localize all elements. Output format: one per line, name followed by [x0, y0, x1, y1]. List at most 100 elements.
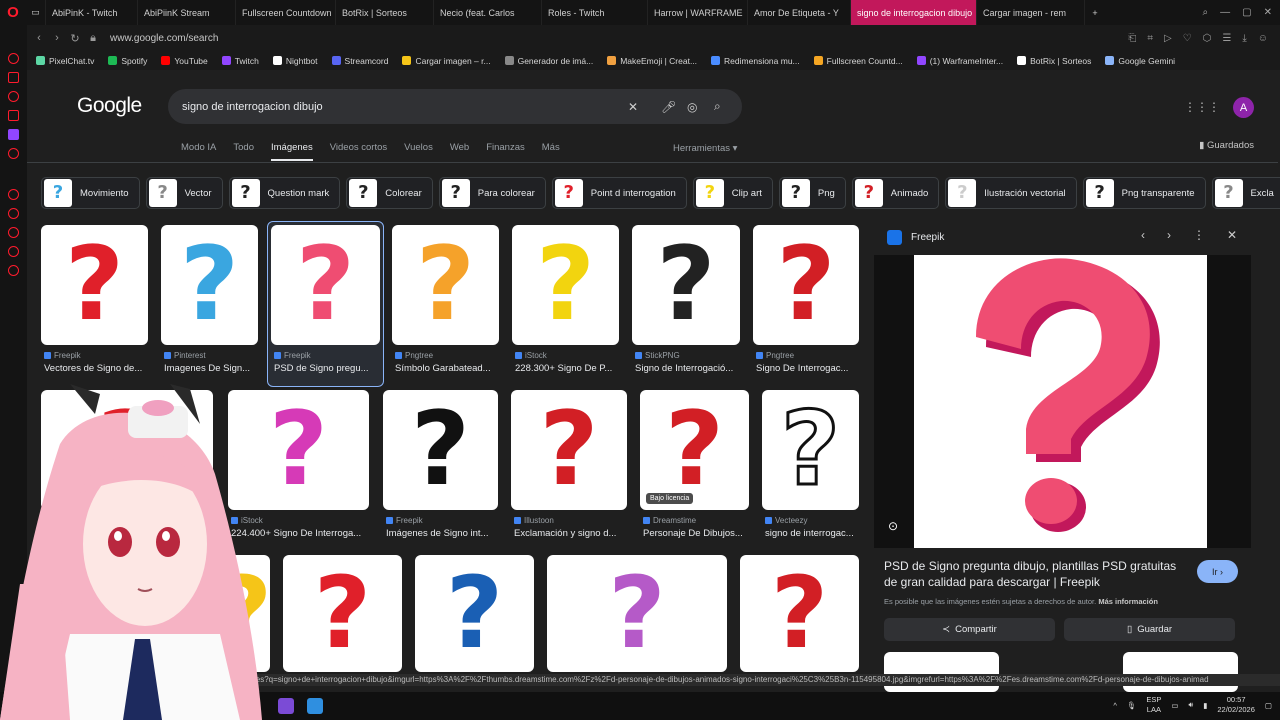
- bookmark-item[interactable]: Cargar imagen – r...: [402, 56, 491, 66]
- taskbar-app-icon[interactable]: [307, 698, 323, 714]
- related-thumb[interactable]: [1123, 652, 1238, 692]
- result-thumbnail[interactable]: ?: [511, 390, 627, 510]
- mic-tray-icon[interactable]: 🎙︎: [1127, 701, 1137, 710]
- browser-tab[interactable]: BotRix | Sorteos: [336, 0, 434, 25]
- bookmark-item[interactable]: MakeEmoji | Creat...: [607, 56, 697, 66]
- search-tab[interactable]: Todo: [233, 142, 254, 161]
- result-thumbnail[interactable]: ?: [740, 555, 859, 672]
- opera-logo-icon[interactable]: O: [0, 0, 26, 25]
- result-source[interactable]: Freepik: [274, 351, 311, 360]
- bookmark-item[interactable]: Generador de imá...: [504, 56, 593, 66]
- search-tab[interactable]: Vuelos: [404, 142, 433, 161]
- result-title[interactable]: Vectores de Signo de...: [44, 363, 151, 374]
- result-source[interactable]: Pngtree: [395, 351, 433, 360]
- result-thumbnail[interactable]: ?: [512, 225, 619, 345]
- browser-tab[interactable]: Harrow | WARFRAME: [648, 0, 748, 25]
- history-icon[interactable]: [8, 189, 19, 200]
- search-tab[interactable]: Más: [542, 142, 560, 161]
- extensions-icon[interactable]: ⬡: [1203, 33, 1212, 44]
- browser-tab[interactable]: Cargar imagen - rem: [977, 0, 1085, 25]
- panel-title[interactable]: PSD de Signo pregunta dibujo, plantillas…: [884, 558, 1184, 590]
- result-thumbnail[interactable]: ?: [762, 390, 859, 510]
- result-thumbnail[interactable]: ? Bajo licencia: [640, 390, 749, 510]
- result-source[interactable]: Dreamstime: [643, 516, 696, 525]
- search-tabs-icon[interactable]: ⌕: [1203, 7, 1209, 18]
- browser-tab[interactable]: AbiPiinK Stream: [138, 0, 236, 25]
- messenger-icon[interactable]: [8, 72, 19, 83]
- downloads-sidebar-icon[interactable]: [8, 246, 19, 257]
- result-title[interactable]: Símbolo Garabatead...: [395, 363, 502, 374]
- save-button[interactable]: ▯ Guardar: [1064, 618, 1235, 641]
- back-icon[interactable]: ‹: [30, 32, 48, 44]
- result-source[interactable]: iStock: [515, 351, 547, 360]
- easy-setup-icon[interactable]: ☰: [1222, 33, 1231, 44]
- search-box[interactable]: signo de interrogacion dibujo ✕ 🎤︎ ◎ ⌕: [168, 89, 742, 124]
- new-tab-button[interactable]: +: [1085, 0, 1105, 25]
- bookmark-item[interactable]: Nightbot: [272, 56, 318, 66]
- result-title[interactable]: Exclamación y signo d...: [514, 528, 630, 539]
- player-icon[interactable]: [8, 110, 19, 121]
- bookmark-item[interactable]: PixelChat.tv: [36, 56, 94, 66]
- aria-icon[interactable]: [8, 53, 19, 64]
- result-title[interactable]: Signo de Interrogació...: [635, 363, 743, 374]
- result-thumbnail[interactable]: ?: [283, 555, 402, 672]
- forward-icon[interactable]: ›: [48, 32, 66, 44]
- result-title[interactable]: Imágenes de Signo int...: [386, 528, 501, 539]
- volume-icon[interactable]: 🔊︎: [1188, 700, 1193, 710]
- refine-chip[interactable]: ? Colorear: [346, 177, 433, 209]
- heart-icon[interactable]: ♡: [1183, 33, 1192, 44]
- result-thumbnail[interactable]: ?: [392, 225, 499, 345]
- refine-chip[interactable]: ? Png: [778, 177, 846, 209]
- refine-chip[interactable]: ? Png transparente: [1082, 177, 1206, 209]
- language-indicator[interactable]: ESP LAA: [1146, 695, 1161, 715]
- search-tab[interactable]: Imágenes: [271, 142, 313, 161]
- search-icon[interactable]: ⌕: [714, 99, 721, 114]
- browser-tab[interactable]: Amor De Etiqueta - Y: [748, 0, 851, 25]
- bookmark-item[interactable]: Streamcord: [331, 56, 388, 66]
- preview-image[interactable]: [914, 255, 1207, 548]
- result-source[interactable]: Pngtree: [756, 351, 794, 360]
- url-field[interactable]: www.google.com/search: [110, 33, 218, 44]
- share-button[interactable]: ≺ Compartir: [884, 618, 1055, 641]
- close-window-icon[interactable]: ✕: [1264, 7, 1272, 18]
- instagram-icon[interactable]: [8, 91, 19, 102]
- prev-icon[interactable]: ‹: [1141, 228, 1145, 242]
- refine-chip[interactable]: ? Vector: [145, 177, 223, 209]
- more-icon[interactable]: ⋮: [1193, 228, 1205, 242]
- result-title[interactable]: Personaje De Dibujos...: [643, 528, 752, 539]
- result-source[interactable]: Illustoon: [514, 516, 554, 525]
- browser-tab[interactable]: Roles - Twitch: [542, 0, 648, 25]
- search-tab[interactable]: Videos cortos: [330, 142, 387, 161]
- refine-chip[interactable]: ? Question mark: [228, 177, 341, 209]
- result-source[interactable]: Freepik: [386, 516, 423, 525]
- result-thumbnail[interactable]: ?: [632, 225, 740, 345]
- search-tab[interactable]: Finanzas: [486, 142, 525, 161]
- result-title[interactable]: Imagenes De Sign...: [164, 363, 261, 374]
- bookmark-item[interactable]: Fullscreen Countd...: [813, 56, 903, 66]
- browser-tab[interactable]: Fullscreen Countdown: [236, 0, 336, 25]
- clear-icon[interactable]: ✕: [628, 100, 638, 114]
- bookmark-item[interactable]: Spotify: [108, 56, 147, 66]
- refine-chip[interactable]: ? Para colorear: [438, 177, 546, 209]
- result-source[interactable]: Freepik: [44, 351, 81, 360]
- minimize-icon[interactable]: —: [1220, 7, 1230, 18]
- profile-icon[interactable]: ☺: [1258, 33, 1268, 44]
- result-thumbnail[interactable]: ?: [753, 225, 859, 345]
- taskbar-app-icon[interactable]: [278, 698, 294, 714]
- browser-tab[interactable]: Necio (feat. Carlos: [434, 0, 542, 25]
- close-panel-icon[interactable]: ✕: [1227, 228, 1237, 242]
- bookmark-item[interactable]: Redimensiona mu...: [711, 56, 800, 66]
- browser-tab[interactable]: signo de interrogacion dibujo: [851, 0, 977, 25]
- search-tab[interactable]: Web: [450, 142, 469, 161]
- twitch-sidebar-icon[interactable]: [8, 129, 19, 140]
- visit-button[interactable]: Ir ›: [1197, 560, 1238, 583]
- bookmark-item[interactable]: (1) WarframeInter...: [916, 56, 1003, 66]
- workspaces-icon[interactable]: ▭: [26, 0, 46, 25]
- refine-chip[interactable]: ? Clip art: [692, 177, 773, 209]
- bookmark-item[interactable]: Twitch: [221, 56, 259, 66]
- result-title[interactable]: 228.300+ Signo De P...: [515, 363, 622, 374]
- browser-tab[interactable]: AbiPinK - Twitch: [46, 0, 138, 25]
- tools-button[interactable]: Herramientas ▾: [673, 143, 737, 154]
- saved-button[interactable]: ▮ Guardados: [1199, 140, 1254, 151]
- music-icon[interactable]: [8, 148, 19, 159]
